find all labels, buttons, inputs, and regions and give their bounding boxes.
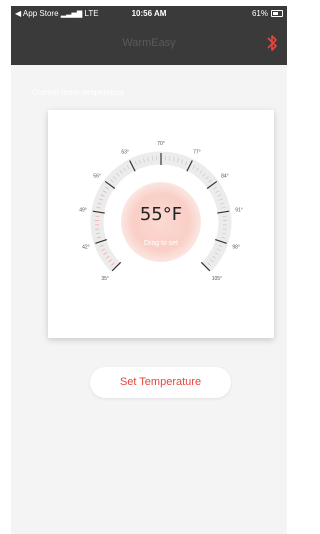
status-battery: 61%: [252, 9, 283, 18]
bluetooth-icon[interactable]: [265, 33, 279, 53]
status-time: 10:56 AM: [131, 9, 167, 18]
temperature-subtext: Drag to set: [143, 240, 179, 247]
battery-percent: 61%: [251, 9, 268, 18]
nav-bar: WarmEasy: [11, 21, 287, 65]
dial-tick-label: 63°: [121, 150, 129, 156]
dial-tick-label: 70°: [157, 141, 165, 147]
status-bar: ◀ App Store ▂▃▅▇ LTE 10:56 AM 61%: [11, 6, 287, 21]
temperature-caption: Current room temperature: [32, 88, 125, 97]
dial-tick-label: 84°: [221, 174, 229, 180]
dial-tick-label: 77°: [193, 150, 201, 156]
dial-tick-label: 105°: [212, 276, 222, 282]
dial-tick-label: 56°: [93, 174, 101, 180]
set-temperature-button[interactable]: Set Temperature: [90, 367, 231, 398]
thermostat-card: 35° 42° 49° 56° 63° 70° 77° 84° 91° 98° 105° 55°F …: [48, 110, 274, 338]
app-screen: ◀ App Store ▂▃▅▇ LTE 10:56 AM 61% WarmEa…: [11, 6, 287, 534]
battery-icon: [271, 10, 283, 17]
temperature-display: 55°F: [139, 204, 183, 225]
app-title: WarmEasy: [122, 37, 176, 49]
dial-tick-label: 35°: [101, 276, 109, 282]
